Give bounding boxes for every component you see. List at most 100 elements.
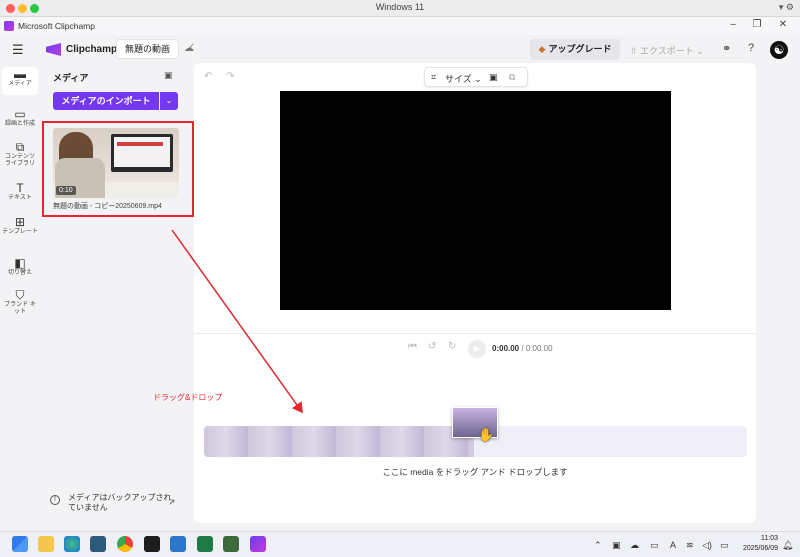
brand-logo-icon <box>46 43 61 56</box>
video-preview[interactable] <box>280 91 671 310</box>
app-window-title: Microsoft Clipchamp <box>18 21 95 31</box>
camera-icon: ▭ <box>14 107 26 121</box>
pop-out-icon[interactable]: ⧉ <box>509 72 515 83</box>
clipchamp-taskbar-icon[interactable] <box>250 536 266 552</box>
nav-label: 録画と作成 <box>4 121 35 127</box>
crop-icon[interactable]: ⌗ <box>431 72 436 83</box>
nav-item-brand-kit[interactable]: ⛉ ブランド キット <box>2 288 38 316</box>
nav-item-record[interactable]: ▭ 録画と作成 <box>2 107 38 128</box>
chrome-icon[interactable] <box>117 536 133 552</box>
wifi-icon[interactable]: ≋ <box>686 540 694 551</box>
timeline-clip-placeholder <box>204 426 474 457</box>
brand-kit-icon: ⛉ <box>15 288 25 302</box>
forward-icon[interactable]: ↻ <box>448 341 456 352</box>
close-icon[interactable]: ✕ <box>774 19 792 30</box>
divider <box>194 333 756 334</box>
play-button[interactable]: ▶ <box>468 340 486 358</box>
export-button[interactable]: ⇧ エクスポート ⌄ <box>630 44 704 57</box>
notepad-icon[interactable] <box>223 536 239 552</box>
upgrade-button[interactable]: ◆ アップグレード <box>530 39 620 60</box>
terminal-icon[interactable] <box>144 536 160 552</box>
clock-time: 11:03 <box>761 535 778 542</box>
start-icon[interactable] <box>12 536 28 552</box>
nav-item-templates[interactable]: ⊞ テンプレート <box>2 215 38 236</box>
ime-icon[interactable]: A <box>670 540 676 550</box>
mac-menu-icons[interactable]: ▾ ⚙ <box>779 2 794 13</box>
minimize-icon[interactable]: – <box>724 19 742 30</box>
nav-item-media[interactable]: ▬ メディア <box>2 67 38 95</box>
nav-label: メディア <box>8 81 32 87</box>
excel-icon[interactable] <box>197 536 213 552</box>
screenshot-icon[interactable]: ▣ <box>489 72 498 83</box>
gem-icon: ◆ <box>538 44 546 54</box>
preview-toolbar: ⌗ サイズ ⌄ ▣ ⧉ <box>424 67 528 87</box>
taskbar: ⌃ ▣ ☁ ▭ A ≋ ◁) ▭ 11:03 2025/06/09 🔔︎ <box>0 531 800 557</box>
brand-name: Clipchamp <box>66 44 118 55</box>
menu-icon[interactable]: ☰ <box>12 42 24 58</box>
nav-label: ブランド キット <box>4 302 36 315</box>
media-panel: メディア ▣ メディアのインポート ⌄ 0:10 無題の動画 - コピー2025… <box>42 63 194 523</box>
template-icon: ⊞ <box>14 215 26 229</box>
media-panel-title: メディア <box>53 73 89 83</box>
clip-filename: 無題の動画 - コピー20250609.mp4 <box>53 203 162 210</box>
project-title[interactable]: 無題の動画 <box>116 39 180 59</box>
backup-notice-text: メディアはバックアップされていません <box>68 493 172 512</box>
notification-icon[interactable]: 🔔︎ <box>782 540 793 551</box>
nav-label: 切り替え <box>7 270 32 276</box>
cloud-icon[interactable]: ☁ <box>630 540 639 551</box>
redo-icon[interactable]: ↷ <box>226 71 234 82</box>
help-icon[interactable]: ? <box>748 42 754 54</box>
text-icon: T <box>16 181 24 195</box>
timecode: 0:00.00 / 0:00.00 <box>492 344 553 353</box>
nav-item-transitions[interactable]: ◧ 切り替え <box>2 256 38 277</box>
tray-app-icon[interactable]: ▣ <box>612 540 621 551</box>
grab-cursor-icon: ✋ <box>478 427 495 442</box>
edge-icon[interactable] <box>64 536 80 552</box>
mac-window-title: Windows 11 <box>375 2 425 12</box>
share-icon[interactable]: ⚭ <box>722 42 731 55</box>
clipchamp-logo-icon <box>4 21 14 31</box>
media-thumbnail[interactable]: 0:10 <box>53 128 179 198</box>
battery-icon[interactable]: ▭ <box>720 540 729 551</box>
size-label: サイズ <box>445 74 472 84</box>
file-explorer-icon[interactable] <box>38 536 54 552</box>
clock-date: 2025/06/09 <box>742 545 778 552</box>
nav-item-text[interactable]: T テキスト <box>2 181 38 202</box>
editor-area: ↶ ↷ ⌗ サイズ ⌄ ▣ ⧉ ⏮ ↺ ↻ ▶ 0:00.00 / 0:00.0… <box>194 63 756 523</box>
rewind-icon[interactable]: ↺ <box>428 341 436 352</box>
folder-icon: ▬ <box>14 67 26 81</box>
nav-label: コンテンツ ライブラリ <box>4 154 35 167</box>
size-dropdown[interactable]: サイズ ⌄ <box>445 72 482 85</box>
volume-icon[interactable]: ◁) <box>702 540 712 551</box>
dismiss-icon[interactable]: ↗ <box>168 497 176 507</box>
export-label: エクスポート <box>640 46 694 56</box>
transition-icon: ◧ <box>14 256 26 270</box>
drop-hint: ここに media をドラッグ アンド ドロップします <box>382 467 568 477</box>
clip-duration: 0:10 <box>56 186 76 195</box>
collapse-panel-icon[interactable]: ▣ <box>164 70 173 81</box>
timecode-current: 0:00.00 <box>492 344 520 353</box>
remote-icon[interactable] <box>170 536 186 552</box>
undo-icon[interactable]: ↶ <box>204 71 212 82</box>
nav-label: テキスト <box>8 195 32 201</box>
import-dropdown-button[interactable]: ⌄ <box>160 92 178 110</box>
nav-item-content-library[interactable]: ⧉ コンテンツ ライブラリ <box>2 140 38 168</box>
app-title-bar: Microsoft Clipchamp – ❐ ✕ <box>0 17 800 35</box>
nav-label: テンプレート <box>2 229 38 235</box>
restore-icon[interactable]: ❐ <box>748 19 766 30</box>
upgrade-label: アップグレード <box>548 44 612 54</box>
library-icon: ⧉ <box>15 140 25 154</box>
info-icon: ! <box>50 495 60 505</box>
timecode-total: / 0:00.00 <box>521 344 553 353</box>
network-icon[interactable]: ▭ <box>650 540 659 551</box>
left-nav: ▬ メディア ▭ 録画と作成 ⧉ コンテンツ ライブラリ T テキスト ⊞ テン… <box>0 63 40 523</box>
skip-back-icon[interactable]: ⏮ <box>408 341 417 352</box>
cloud-off-icon[interactable]: ☁̸ <box>184 43 194 54</box>
avatar[interactable]: ☯ <box>770 41 788 59</box>
import-media-button[interactable]: メディアのインポート <box>53 92 159 110</box>
thumbnail-screen-banner <box>117 142 163 146</box>
clock[interactable]: 11:03 2025/06/09 <box>738 534 778 554</box>
tray-expand-icon[interactable]: ⌃ <box>594 540 602 551</box>
photos-icon[interactable] <box>90 536 106 552</box>
annotation-label: ドラッグ&ドロップ <box>153 393 223 402</box>
